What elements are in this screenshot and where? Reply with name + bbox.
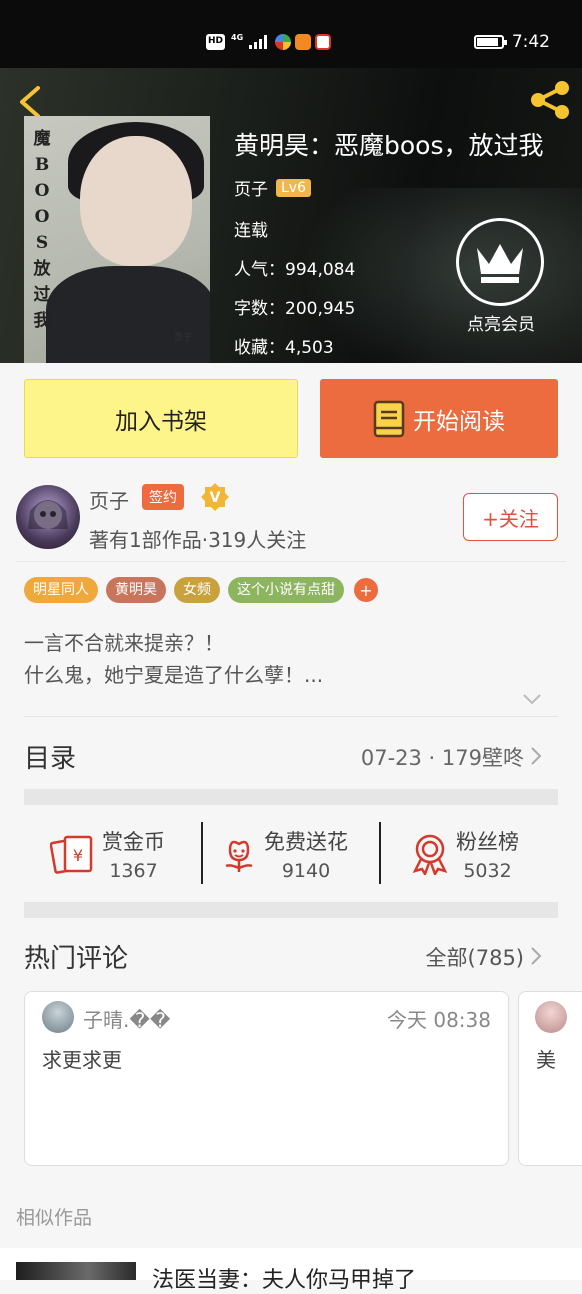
reward-tools: ¥ 赏金币 1367 免费送花 9140 粉丝榜 5032 bbox=[24, 806, 558, 902]
intro-line: 什么鬼，她宁夏是造了什么孽！... bbox=[24, 663, 324, 687]
similar-works-title: 相似作品 bbox=[16, 1207, 93, 1229]
author-name[interactable]: 页子 bbox=[89, 485, 129, 514]
comment-time: 今天 08:38 bbox=[387, 1008, 491, 1032]
status-icons: HD 4G bbox=[206, 33, 332, 50]
book-cover[interactable]: 魔 B O O S 放 过 我 页子 bbox=[24, 116, 210, 363]
share-icon[interactable] bbox=[528, 80, 572, 120]
follow-button[interactable]: +关注 bbox=[463, 493, 558, 541]
signed-badge: 签约 bbox=[142, 484, 184, 510]
start-reading-button[interactable]: 开始阅读 bbox=[320, 379, 558, 458]
section-separator bbox=[24, 902, 558, 918]
tag-list: 明星同人 黄明昊 女频 这个小说有点甜 + bbox=[24, 577, 378, 603]
svg-text:¥: ¥ bbox=[73, 846, 83, 865]
favorites-stat: 收藏：4,503 bbox=[234, 338, 334, 358]
tag-chip[interactable]: 明星同人 bbox=[24, 577, 98, 603]
chevron-right-icon bbox=[531, 947, 542, 965]
fan-ranking-button[interactable]: 粉丝榜 5032 bbox=[410, 806, 519, 902]
verified-v-icon: V bbox=[201, 483, 229, 511]
book-icon bbox=[373, 400, 405, 437]
tool-label: 赏金币 bbox=[102, 830, 165, 854]
red-envelope-icon: ¥ bbox=[50, 835, 93, 874]
comment-card[interactable]: 子晴.�� 今天 08:38 求更求更 bbox=[24, 991, 509, 1166]
add-to-shelf-label: 加入书架 bbox=[115, 408, 207, 435]
section-separator bbox=[24, 789, 558, 805]
hd-indicator: HD bbox=[206, 34, 226, 50]
start-reading-label: 开始阅读 bbox=[413, 408, 505, 435]
tool-count: 1367 bbox=[109, 860, 158, 882]
add-to-shelf-button[interactable]: 加入书架 bbox=[24, 379, 298, 458]
toc-title[interactable]: 目录 bbox=[24, 738, 76, 775]
tool-label: 粉丝榜 bbox=[456, 830, 519, 854]
similar-book-title[interactable]: 法医当妻：夫人你马甲掉了 bbox=[152, 1262, 416, 1294]
add-tag-button[interactable]: + bbox=[354, 578, 378, 602]
vip-button[interactable]: 点亮会员 bbox=[456, 218, 546, 335]
video-app-icon bbox=[295, 34, 312, 50]
medal-icon bbox=[412, 834, 448, 875]
tool-label: 免费送花 bbox=[264, 830, 348, 854]
battery-icon bbox=[473, 35, 507, 49]
popularity-stat: 人气：994,084 bbox=[234, 260, 356, 280]
flower-icon bbox=[225, 840, 253, 872]
comment-text: 美 bbox=[536, 1048, 556, 1072]
comment-card[interactable]: 美 bbox=[518, 991, 582, 1166]
clock: 7:42 bbox=[511, 32, 550, 52]
similar-book-cover[interactable] bbox=[16, 1262, 136, 1280]
commenter-avatar[interactable] bbox=[42, 1001, 74, 1033]
all-comments-link[interactable]: 全部(785) bbox=[426, 942, 524, 972]
weibo-icon bbox=[315, 34, 332, 50]
cover-title: 魔 B O O S 放 过 我 bbox=[33, 129, 51, 331]
vip-label: 点亮会员 bbox=[467, 315, 535, 335]
word-count-stat: 字数：200,945 bbox=[234, 299, 356, 319]
tag-chip[interactable]: 黄明昊 bbox=[106, 577, 166, 603]
serial-status: 连载 bbox=[234, 221, 268, 241]
book-title: 黄明昊：恶魔boos，放过我 bbox=[234, 131, 544, 160]
svg-text:V: V bbox=[210, 490, 221, 506]
reward-coins-button[interactable]: ¥ 赏金币 1367 bbox=[50, 806, 165, 902]
send-flower-button[interactable]: 免费送花 9140 bbox=[220, 806, 348, 902]
tool-count: 9140 bbox=[281, 860, 331, 882]
chevron-right-icon bbox=[531, 747, 542, 765]
commenter-avatar[interactable] bbox=[535, 1001, 567, 1033]
network-type: 4G bbox=[231, 33, 244, 42]
cover-signature: 页子 bbox=[173, 333, 192, 343]
crown-icon bbox=[477, 244, 523, 283]
back-arrow-icon[interactable] bbox=[14, 84, 50, 120]
comment-text: 求更求更 bbox=[42, 1048, 122, 1072]
book-author[interactable]: 页子 bbox=[234, 175, 268, 200]
tool-count: 5032 bbox=[463, 860, 512, 882]
author-level-badge: Lv6 bbox=[276, 178, 311, 197]
app-notification-icon bbox=[275, 34, 292, 50]
status-bar: HD 4G 7:42 bbox=[0, 0, 582, 68]
author-stats: 著有1部作品·319人关注 bbox=[89, 528, 307, 552]
book-intro[interactable]: 一言不合就来提亲？！ 什么鬼，她宁夏是造了什么孽！... bbox=[24, 627, 323, 691]
divider bbox=[16, 561, 566, 562]
tag-chip[interactable]: 女频 bbox=[174, 577, 220, 603]
signal-icon bbox=[249, 35, 271, 49]
book-header: 魔 B O O S 放 过 我 页子 黄明昊：恶魔boos，放过我 页子 Lv6… bbox=[0, 68, 582, 363]
author-avatar[interactable] bbox=[16, 485, 80, 549]
expand-chevron-icon[interactable] bbox=[522, 692, 542, 706]
divider bbox=[24, 716, 558, 717]
commenter-name[interactable]: 子晴.�� bbox=[83, 1004, 170, 1033]
intro-line: 一言不合就来提亲？！ bbox=[24, 631, 224, 655]
latest-chapter[interactable]: 07-23 · 179壁咚 bbox=[361, 742, 524, 772]
tag-chip[interactable]: 这个小说有点甜 bbox=[228, 577, 344, 603]
hot-comments-title: 热门评论 bbox=[24, 944, 129, 974]
